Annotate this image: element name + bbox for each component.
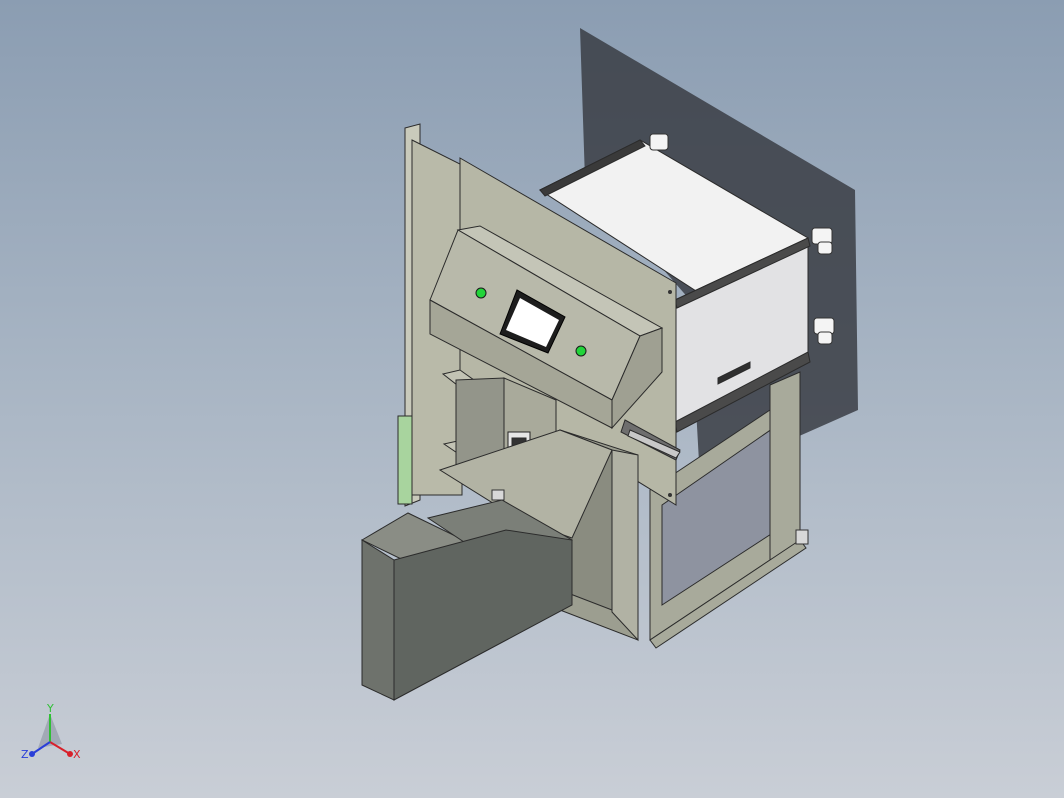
indicator-light-right[interactable] <box>575 345 587 357</box>
z-axis-tip <box>29 751 35 757</box>
y-axis-label: Y <box>46 702 54 715</box>
front-block-left <box>361 539 395 701</box>
cad-model-scene[interactable] <box>0 0 1064 798</box>
green-bracket <box>397 415 413 505</box>
front-block-face <box>393 529 573 701</box>
plate-bolt <box>668 493 672 497</box>
indicator-light-left[interactable] <box>475 287 487 299</box>
front-block[interactable] <box>360 499 574 701</box>
plate-bolt <box>668 290 672 294</box>
cad-viewport[interactable]: Y X Z <box>0 0 1064 798</box>
x-axis-label: X <box>73 748 81 761</box>
z-axis-label: Z <box>21 748 29 761</box>
orientation-triad[interactable]: Y X Z <box>18 702 88 772</box>
